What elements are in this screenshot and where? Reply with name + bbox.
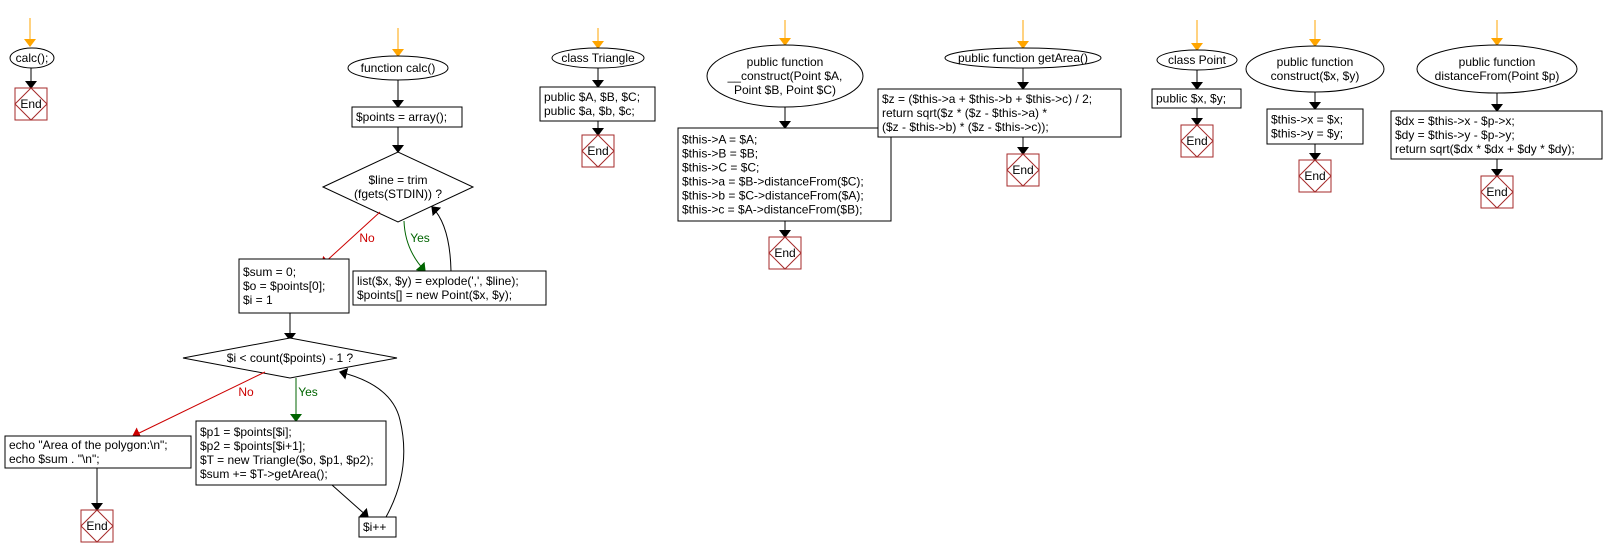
start-triangle-construct-label: public function (747, 55, 824, 69)
end-label: End (1186, 134, 1207, 148)
end-terminator: End (1180, 124, 1214, 158)
triangle-area-box-text: $p1 = $points[$i]; (200, 425, 292, 439)
no-label: No (359, 231, 375, 245)
start-distance-from-label: distanceFrom(Point $p) (1435, 69, 1560, 83)
get-area-box-text: ($z - $this->b) * ($z - $this->c)); (882, 120, 1049, 134)
triangle-area-box: $p1 = $points[$i];$p2 = $points[$i+1];$T… (195, 420, 387, 486)
point-props-box-text: public $x, $y; (1156, 92, 1226, 106)
triangle-area-box-text: $sum += $T->getArea(); (200, 467, 328, 481)
triangle-area-box-text: $p2 = $points[$i+1]; (200, 439, 305, 453)
start-class-triangle: class Triangle (551, 47, 645, 69)
start-point-construct: public functionconstruct($x, $y) (1245, 45, 1385, 93)
yes-label: Yes (298, 385, 318, 399)
end-label: End (774, 246, 795, 260)
point-construct-box-text: $this->y = $y; (1271, 127, 1343, 141)
sum-init-box: $sum = 0;$o = $points[0];$i = 1 (238, 258, 350, 314)
start-class-point: class Point (1156, 49, 1238, 71)
sum-init-box-text: $o = $points[0]; (243, 279, 325, 293)
triangle-props-box: public $A, $B, $C;public $a, $b, $c; (539, 86, 656, 122)
loop-decision-text: $i < count($points) - 1 ? (227, 351, 354, 365)
echo-output-box-text: echo "Area of the polygon:\n"; (9, 438, 168, 452)
triangle-construct-box-text: $this->c = $A->distanceFrom($B); (682, 203, 862, 217)
start-point-construct-label: construct($x, $y) (1271, 69, 1360, 83)
end-terminator: End (80, 509, 114, 543)
triangle-construct-box: $this->A = $A;$this->B = $B;$this->C = $… (677, 127, 892, 222)
end-label: End (86, 519, 107, 533)
triangle-props-box-text: public $A, $B, $C; (544, 90, 640, 104)
read-line-decision-text: $line = trim (368, 173, 427, 187)
start-triangle-construct-label: __construct(Point $A, (727, 69, 843, 83)
triangle-construct-box-text: $this->B = $B; (682, 147, 758, 161)
flowchart: calc(); End function calc() $points = array… (4, 18, 1603, 543)
point-construct-box: $this->x = $x;$this->y = $y; (1266, 108, 1364, 145)
start-calc-call-label: calc(); (16, 51, 49, 65)
yes-edge (403, 220, 426, 272)
end-terminator: End (768, 236, 802, 270)
parse-point-box-text: list($x, $y) = explode(',', $line); (357, 274, 519, 288)
end-terminator: End (1480, 175, 1514, 209)
end-terminator: End (14, 87, 48, 121)
sum-init-box-text: $i = 1 (243, 293, 273, 307)
yes-label: Yes (410, 231, 430, 245)
end-terminator: End (1006, 153, 1040, 187)
start-get-area-label: public function getArea() (958, 51, 1088, 65)
end-label: End (587, 144, 608, 158)
start-function-calc: function calc() (347, 55, 449, 81)
end-label: End (1012, 163, 1033, 177)
loop-decision: $i < count($points) - 1 ? (182, 337, 398, 379)
triangle-area-box-text: $T = new Triangle($o, $p1, $p2); (200, 453, 374, 467)
start-point-construct-label: public function (1277, 55, 1354, 69)
points-init-box: $points = array(); (351, 106, 463, 128)
read-line-decision-text: (fgets(STDIN)) ? (354, 187, 442, 201)
end-label: End (1486, 185, 1507, 199)
echo-output-box-text: echo $sum . "\n"; (9, 452, 100, 466)
triangle-construct-box-text: $this->b = $C->distanceFrom($A); (682, 189, 864, 203)
increment-box-text: $i++ (363, 520, 386, 534)
get-area-box: $z = ($this->a + $this->b + $this->c) / … (877, 88, 1122, 138)
loop-back-edge (431, 206, 452, 272)
start-distance-from-label: public function (1459, 55, 1536, 69)
parse-point-box: list($x, $y) = explode(',', $line);$poin… (352, 270, 547, 306)
point-construct-box-text: $this->x = $x; (1271, 113, 1343, 127)
start-class-point-label: class Point (1168, 53, 1227, 67)
distance-from-box-text: return sqrt($dx * $dx + $dy * $dy); (1395, 142, 1575, 156)
start-triangle-construct: public function__construct(Point $A,Poin… (706, 44, 864, 108)
sum-init-box-text: $sum = 0; (243, 265, 296, 279)
get-area-box-text: $z = ($this->a + $this->b + $this->c) / … (882, 92, 1092, 106)
parse-point-box-text: $points[] = new Point($x, $y); (357, 288, 512, 302)
start-get-area: public function getArea() (944, 47, 1102, 69)
triangle-construct-box-text: $this->A = $A; (682, 133, 757, 147)
start-class-triangle-label: class Triangle (561, 51, 635, 65)
end-terminator: End (1298, 159, 1332, 193)
start-distance-from: public functiondistanceFrom(Point $p) (1416, 44, 1578, 94)
end-label: End (1304, 169, 1325, 183)
end-terminator: End (581, 134, 615, 168)
no-label: No (238, 385, 254, 399)
distance-from-box-text: $dx = $this->x - $p->x; (1395, 114, 1515, 128)
triangle-construct-box-text: $this->a = $B->distanceFrom($C); (682, 175, 864, 189)
flow-edge (331, 484, 369, 518)
distance-from-box-text: $dy = $this->y - $p->y; (1395, 128, 1515, 142)
triangle-props-box-text: public $a, $b, $c; (544, 104, 635, 118)
start-calc-call: calc(); (9, 47, 55, 69)
start-function-calc-label: function calc() (361, 61, 436, 75)
point-props-box: public $x, $y; (1151, 88, 1242, 109)
distance-from-box: $dx = $this->x - $p->x;$dy = $this->y - … (1390, 110, 1603, 160)
points-init-box-text: $points = array(); (356, 110, 447, 124)
end-label: End (20, 97, 41, 111)
read-line-decision: $line = trim(fgets(STDIN)) ? (321, 151, 475, 223)
start-triangle-construct-label: Point $B, Point $C) (734, 83, 836, 97)
triangle-construct-box-text: $this->C = $C; (682, 161, 759, 175)
increment-box: $i++ (358, 516, 397, 538)
echo-output-box: echo "Area of the polygon:\n";echo $sum … (4, 435, 192, 469)
get-area-box-text: return sqrt($z * ($z - $this->a) * (882, 106, 1047, 120)
